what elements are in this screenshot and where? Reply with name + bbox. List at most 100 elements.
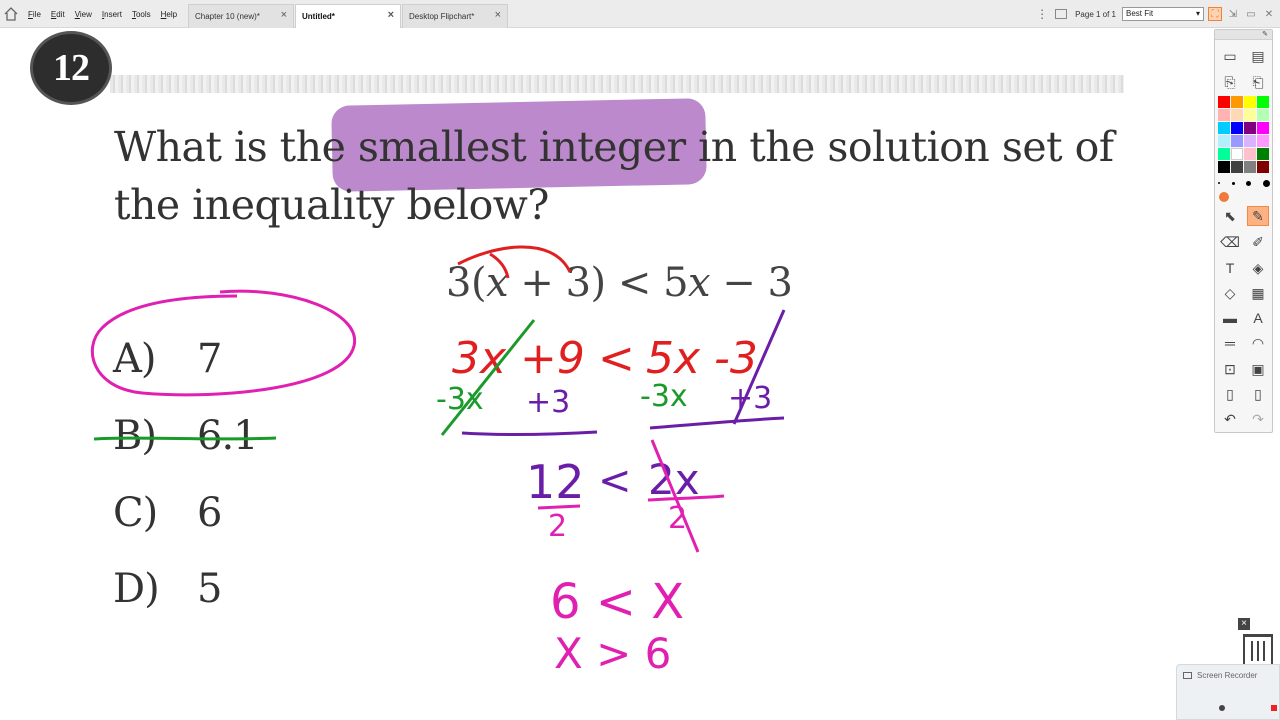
protractor-icon[interactable]: ◠ xyxy=(1247,333,1269,353)
color-swatch[interactable] xyxy=(1231,96,1243,108)
trash-close-icon[interactable]: × xyxy=(1238,618,1250,630)
page-indicator: Page 1 of 1 xyxy=(1075,9,1116,19)
color-swatch[interactable] xyxy=(1244,96,1256,108)
underline xyxy=(461,430,598,437)
menu-edit[interactable]: Edit xyxy=(51,10,65,19)
tab-desktop-flipchart[interactable]: Desktop Flipchart* × xyxy=(402,4,508,28)
color-swatch[interactable] xyxy=(1218,96,1230,108)
reveal-icon[interactable]: ▬ xyxy=(1219,308,1241,328)
screen-recorder-panel[interactable]: Screen Recorder xyxy=(1176,664,1280,720)
redo-icon[interactable]: ↷ xyxy=(1247,409,1269,429)
color-swatch[interactable] xyxy=(1244,135,1256,147)
menu-tools[interactable]: Tools xyxy=(132,10,151,19)
trash-can[interactable]: × xyxy=(1238,618,1278,666)
step1-right: 5x -3 xyxy=(646,333,758,384)
recorder-title: Screen Recorder xyxy=(1197,671,1258,680)
eraser-icon[interactable]: ⌫ xyxy=(1219,232,1241,252)
main-toolbox[interactable]: ✎ ▭ ▤ ⎘ ⎗ ⬉ ✎ ⌫ ✐ T ◈ ◇ ▦ ▬ A ═ ◠ ⊡ ▣ ▯ … xyxy=(1214,29,1273,433)
presentation-icon[interactable] xyxy=(1055,9,1068,19)
clipboard-icon[interactable]: ▯ xyxy=(1247,384,1269,404)
screen-icon[interactable]: ▤ xyxy=(1247,46,1269,66)
color-palette xyxy=(1218,96,1272,173)
width-4-dot[interactable] xyxy=(1262,179,1270,187)
color-swatch[interactable] xyxy=(1218,109,1230,121)
zoom-select[interactable]: Best Fit ▾ xyxy=(1122,7,1204,21)
trash-icon[interactable] xyxy=(1243,634,1273,666)
choice-a: A) 7 xyxy=(113,336,222,382)
tab-label: Chapter 10 (new)* xyxy=(195,12,260,21)
color-swatch[interactable] xyxy=(1257,122,1269,134)
calculator-icon[interactable]: ▦ xyxy=(1247,283,1269,303)
record-dot-icon[interactable] xyxy=(1219,705,1225,711)
color-swatch[interactable] xyxy=(1218,135,1230,147)
undo-icon[interactable]: ↶ xyxy=(1219,409,1241,429)
handwriting-recognition-icon[interactable]: A xyxy=(1247,308,1269,328)
text-icon[interactable]: T xyxy=(1219,258,1241,278)
color-swatch[interactable] xyxy=(1244,161,1256,173)
pen-icon[interactable]: ✎ xyxy=(1247,206,1269,226)
fill-icon[interactable]: ◈ xyxy=(1247,258,1269,278)
toolbox-row: ◇ ▦ xyxy=(1219,283,1269,303)
close-icon[interactable]: ✕ xyxy=(1262,7,1276,21)
recorder-icon[interactable]: ▣ xyxy=(1247,359,1269,379)
width-3-dot[interactable] xyxy=(1246,180,1252,186)
color-swatch[interactable] xyxy=(1231,161,1243,173)
fullscreen-icon[interactable]: ⛶ xyxy=(1208,7,1222,21)
menu-file[interactable]: File xyxy=(28,10,41,19)
expand-icon[interactable]: ⇲ xyxy=(1226,7,1240,21)
inequality: 3(x + 3) < 5x − 3 xyxy=(446,260,793,306)
color-swatch[interactable] xyxy=(1257,135,1269,147)
tab-untitled[interactable]: Untitled* × xyxy=(295,4,401,28)
fraction-bar xyxy=(647,494,725,502)
toolbox-row: ⊡ ▣ xyxy=(1219,359,1269,379)
color-swatch[interactable] xyxy=(1218,161,1230,173)
select-icon[interactable]: ⬉ xyxy=(1219,206,1241,226)
choice-value: 6 xyxy=(197,490,222,536)
pin-icon[interactable]: ✎ xyxy=(1262,30,1268,38)
color-swatch[interactable] xyxy=(1244,148,1256,160)
color-swatch[interactable] xyxy=(1244,109,1256,121)
toolbox-row: ▯ ▯ xyxy=(1219,384,1269,404)
color-swatch[interactable] xyxy=(1231,109,1243,121)
color-swatch[interactable] xyxy=(1257,96,1269,108)
menu-help[interactable]: Help xyxy=(161,10,177,19)
toolbox-row: ⌫ ✐ xyxy=(1219,232,1269,252)
width-2-dot[interactable] xyxy=(1231,181,1235,185)
home-icon[interactable] xyxy=(3,6,19,22)
ruler-icon[interactable]: ═ xyxy=(1219,333,1241,353)
highlighter-icon[interactable]: ✐ xyxy=(1247,232,1269,252)
color-swatch[interactable] xyxy=(1218,122,1230,134)
close-tab-icon[interactable]: × xyxy=(388,10,394,21)
camera-icon[interactable]: ⊡ xyxy=(1219,359,1241,379)
color-swatch[interactable] xyxy=(1218,148,1230,160)
toolbox-header[interactable]: ✎ xyxy=(1215,30,1272,40)
close-tab-icon[interactable]: × xyxy=(281,10,287,21)
activinspire-window: File Edit View Insert Tools Help Chapter… xyxy=(0,0,1280,720)
color-swatch[interactable] xyxy=(1231,122,1243,134)
close-tab-icon[interactable]: × xyxy=(495,10,501,21)
color-swatch[interactable] xyxy=(1244,122,1256,134)
page-back-icon[interactable]: ⎘ xyxy=(1219,72,1241,92)
shapes-icon[interactable]: ◇ xyxy=(1219,283,1241,303)
color-swatch[interactable] xyxy=(1257,109,1269,121)
stop-icon[interactable] xyxy=(1271,705,1277,711)
eq-var: x xyxy=(688,260,711,306)
toolbox-row: ═ ◠ xyxy=(1219,333,1269,353)
menu-view[interactable]: View xyxy=(75,10,92,19)
color-swatch[interactable] xyxy=(1231,148,1243,160)
tab-chapter-10[interactable]: Chapter 10 (new)* × xyxy=(188,4,294,28)
step3: 6 < X xyxy=(550,574,684,630)
width-1-dot[interactable] xyxy=(1218,182,1220,184)
monitor-icon[interactable]: ▭ xyxy=(1244,7,1258,21)
window-icon[interactable]: ▭ xyxy=(1219,46,1241,66)
menu-bar: File Edit View Insert Tools Help xyxy=(28,0,187,28)
more-options-icon[interactable]: ⋮ xyxy=(1035,7,1049,21)
color-swatch[interactable] xyxy=(1257,148,1269,160)
color-swatch[interactable] xyxy=(1257,161,1269,173)
page-forward-icon[interactable]: ⎗ xyxy=(1247,72,1269,92)
flipchart-page[interactable]: 12 What is the smallest integer in the s… xyxy=(22,28,1214,720)
color-swatch[interactable] xyxy=(1231,135,1243,147)
menu-insert[interactable]: Insert xyxy=(102,10,122,19)
flipchart-icon[interactable]: ▯ xyxy=(1219,384,1241,404)
pen-width-selector xyxy=(1218,178,1270,188)
